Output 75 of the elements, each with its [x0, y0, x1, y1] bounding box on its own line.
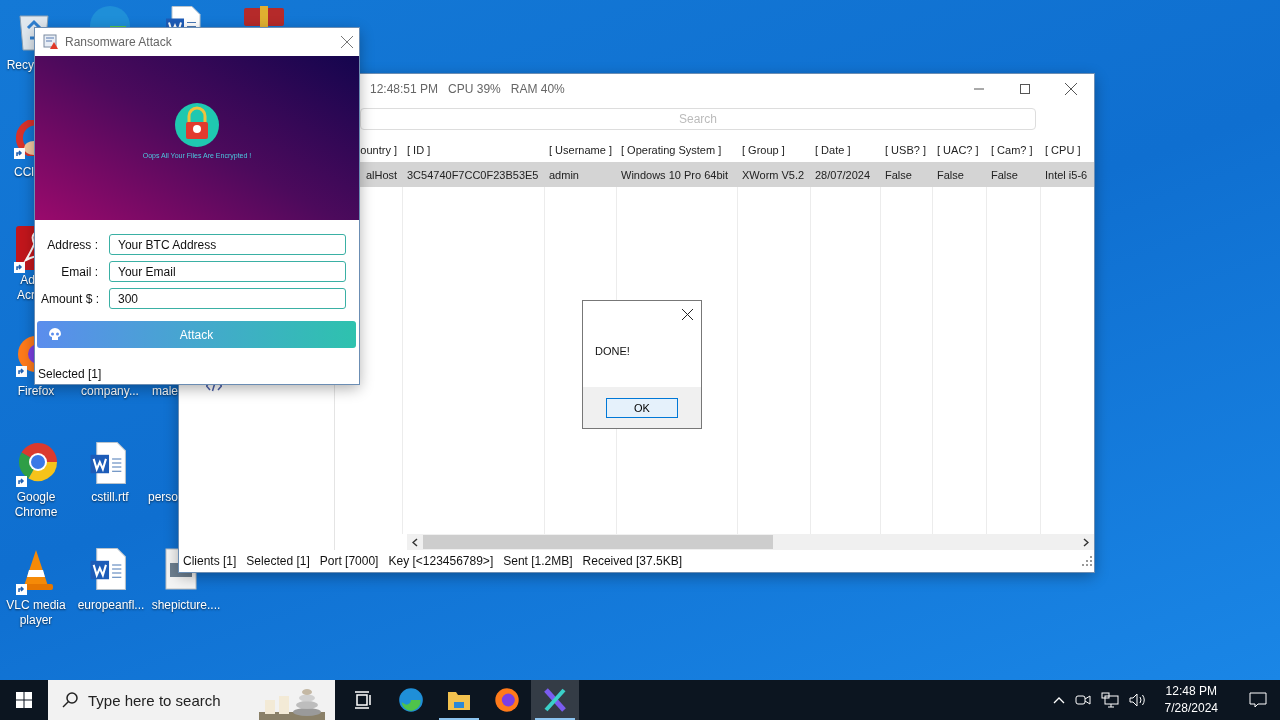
close-icon[interactable]	[682, 308, 693, 320]
taskbar-search-field[interactable]: Type here to search	[48, 680, 335, 720]
circle-logo-icon	[16, 440, 60, 484]
field-label: Email :	[60, 264, 98, 279]
table-cell-text: 3C54740F7CC0F23B53E5	[406, 167, 540, 183]
header-stat: CPU 39%	[448, 82, 501, 96]
desktop-icon-label[interactable]: VLC media player	[0, 598, 72, 628]
desktop-icon-label[interactable]: Ad Acr	[4, 273, 35, 303]
field-label: Amount $ :	[41, 291, 98, 306]
input-field[interactable]: 300	[109, 288, 346, 309]
column-header[interactable]: [ Cam? ]	[987, 138, 1041, 162]
desktop-icon-label[interactable]: Recy	[0, 58, 34, 73]
table-cell-text: XWorm V5.2	[741, 167, 806, 183]
status-item: Clients [1]	[183, 554, 237, 568]
minimize-icon	[974, 88, 984, 90]
x-logo-icon[interactable]	[543, 688, 567, 712]
desktop-icon-label[interactable]: Firefox	[0, 384, 72, 399]
field-label: Address :	[46, 237, 98, 252]
column-header[interactable]: [ Operating System ]	[617, 138, 738, 162]
scroll-left-icon[interactable]	[412, 537, 418, 547]
taskbar-app[interactable]	[531, 680, 579, 720]
desktop-icon-label[interactable]: Google Chrome	[0, 490, 72, 520]
header-stat: RAM 40%	[510, 82, 565, 96]
search-field[interactable]: Search	[360, 108, 1036, 130]
padlock-icon	[174, 102, 220, 148]
input-field[interactable]: Your Email	[109, 261, 346, 282]
warning-document-icon	[43, 34, 59, 50]
column-header[interactable]: [ CPU ]	[1041, 138, 1094, 162]
column-header[interactable]: [ Username ]	[545, 138, 617, 162]
status-item: Port [7000]	[319, 554, 379, 568]
browser-icon[interactable]	[494, 687, 520, 713]
camera-icon[interactable]	[1074, 692, 1091, 708]
search-icon	[62, 692, 78, 708]
scroll-right-icon[interactable]	[1083, 537, 1089, 547]
horizontal-scrollbar[interactable]	[407, 534, 1094, 550]
status-text: Selected [1]	[37, 367, 103, 383]
speaker-icon[interactable]	[1128, 692, 1147, 708]
table-cell-text: admin	[548, 167, 580, 183]
status-item: Key [<123456789>]	[388, 554, 494, 568]
swirl-icon[interactable]	[398, 687, 424, 713]
header-stat: 12:48:51 PM	[370, 82, 439, 96]
column-header[interactable]: [ Date ]	[811, 138, 881, 162]
table-cell-text: 28/07/2024	[814, 167, 872, 183]
window-title: Ransomware Attack	[65, 35, 172, 49]
app-icon	[14, 120, 35, 156]
column-header[interactable]: [ UAC? ]	[933, 138, 987, 162]
maximize-icon	[1020, 84, 1030, 94]
table-cell-text: False	[990, 167, 1019, 183]
notification-icon[interactable]	[1249, 692, 1267, 708]
status-item: Selected [1]	[246, 554, 310, 568]
dialog-message: DONE!	[594, 344, 631, 359]
folder-icon[interactable]	[447, 689, 471, 711]
task-view-icon[interactable]	[353, 691, 373, 709]
table-cell-text: Windows 10 Pro 64bit	[620, 167, 729, 183]
ok-button[interactable]: OK	[606, 397, 678, 418]
skull-icon	[48, 327, 62, 341]
network-icon[interactable]	[1100, 692, 1119, 708]
close-icon	[1065, 83, 1077, 95]
column-header[interactable]: [ ID ]	[403, 138, 545, 162]
scrollbar-thumb[interactable]	[423, 535, 773, 549]
taskbar-clock[interactable]: 12:48 PM 7/28/2024	[1156, 683, 1226, 717]
table-cell-text: False	[936, 167, 965, 183]
chevron-up-icon[interactable]	[1052, 696, 1065, 704]
stones-candles-drawing	[257, 686, 327, 720]
table-cell-text: Intel i5-6	[1044, 167, 1089, 183]
input-field[interactable]: Your BTC Address	[109, 234, 346, 255]
resize-grip-icon[interactable]	[1082, 556, 1092, 566]
table-cell-text: alHost	[365, 167, 399, 183]
table-cell-text: False	[884, 167, 913, 183]
status-item: Received [37.5KB]	[582, 554, 682, 568]
status-item: Sent [1.2MB]	[503, 554, 573, 568]
column-header[interactable]: [ Group ]	[738, 138, 811, 162]
desktop-icon-label[interactable]: CCl	[0, 165, 34, 180]
column-header[interactable]: ountry ]	[362, 138, 403, 162]
column-header[interactable]: [ USB? ]	[881, 138, 933, 162]
